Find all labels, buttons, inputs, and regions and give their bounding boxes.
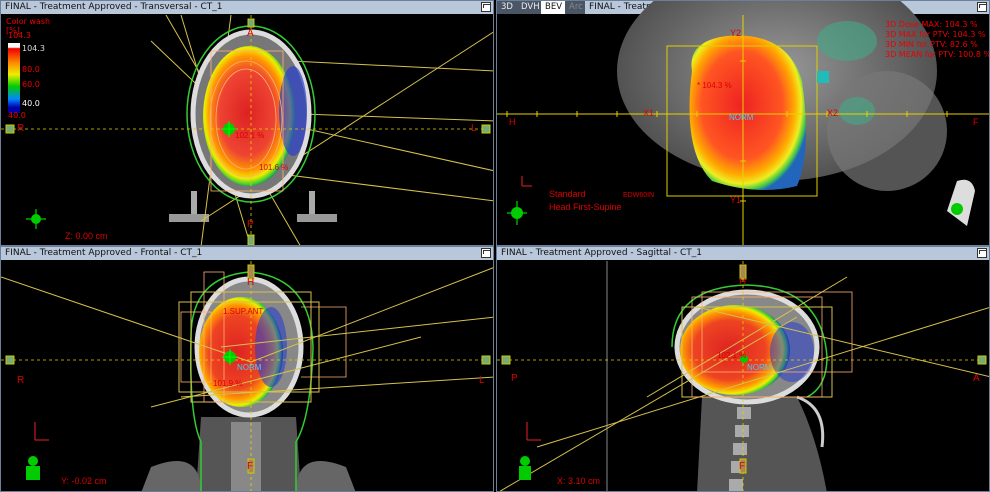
- label-posterior: P: [511, 373, 518, 384]
- dose-label: 102.1 %: [235, 131, 265, 140]
- marker-y1: Y1: [730, 195, 742, 205]
- bev-view[interactable]: 3D DVH BEV Arc FINAL - Treatment Approve…: [496, 0, 990, 246]
- label-right: R: [17, 123, 25, 134]
- label-right: R: [17, 375, 25, 386]
- color-wash-bottom: 40.0: [8, 111, 26, 120]
- stat-dose-max: 3D Dose MAX: 104.3 %: [885, 20, 978, 29]
- orientation-position: Head First-Supine: [549, 202, 622, 212]
- label-anterior: A: [973, 373, 980, 384]
- marker-f: F: [973, 117, 979, 127]
- dose-statistics: 3D Dose MAX: 104.3 % 3D MAX for PTV: 104…: [885, 20, 990, 60]
- transversal-view[interactable]: FINAL - Treatment Approved - Transversal…: [0, 0, 494, 246]
- color-wash-60: 60.0: [22, 80, 40, 89]
- color-wash-max: 104.3: [8, 31, 31, 40]
- orientation-standard: Standard: [549, 189, 586, 199]
- max-dose-label: * 104.3 %: [697, 81, 732, 90]
- label-head: H: [247, 277, 255, 288]
- marker-h: H: [509, 117, 516, 127]
- beam-label: 1.SUP.ANT: [223, 307, 264, 316]
- color-wash-upper[interactable]: 104.3: [22, 44, 45, 53]
- norm-label: NORM: [747, 363, 772, 372]
- color-wash-80: 80.0: [22, 65, 40, 74]
- slice-coordinate: Z: 0.00 cm: [65, 231, 108, 241]
- slice-coordinate: X: 3.10 cm: [557, 476, 601, 486]
- wedge-label: EDW60IN: [623, 192, 655, 199]
- dose-label-2: 101.6 %: [259, 163, 289, 172]
- norm-label: NORM: [237, 363, 262, 372]
- color-wash-legend[interactable]: Color wash [%] 104.3 104.3 80.0 60.0 40.…: [6, 17, 56, 120]
- marker-y2: Y2: [730, 28, 742, 38]
- label-posterior: P: [247, 219, 254, 230]
- color-wash-lower[interactable]: 40.0: [22, 99, 40, 108]
- marker-x2: X2: [827, 108, 839, 118]
- marker-x1: X1: [643, 108, 655, 118]
- color-wash-bar: [8, 43, 20, 113]
- slice-coordinate: Y: -0.02 cm: [61, 476, 107, 486]
- stat-ptv-min: 3D MIN for PTV: 82.6 %: [885, 40, 978, 49]
- dose-label: 101.9 %: [213, 379, 243, 388]
- frontal-view[interactable]: FINAL - Treatment Approved - Frontal - C…: [0, 246, 494, 492]
- norm-label: NORM: [729, 113, 754, 122]
- stat-ptv-max: 3D MAX for PTV: 104.3 %: [885, 30, 986, 39]
- stat-ptv-mean: 3D MEAN for PTV: 100.8 %: [885, 50, 990, 59]
- label-feet: F: [739, 461, 746, 472]
- label-left: L: [471, 123, 477, 134]
- label-anterior: A: [247, 28, 254, 39]
- sagittal-view[interactable]: FINAL - Treatment Approved - Sagittal - …: [496, 246, 990, 492]
- label-feet: F: [247, 461, 254, 472]
- label-left: L: [479, 375, 485, 386]
- label-head: H: [739, 277, 747, 288]
- dose-label: 102.1 %: [717, 351, 747, 360]
